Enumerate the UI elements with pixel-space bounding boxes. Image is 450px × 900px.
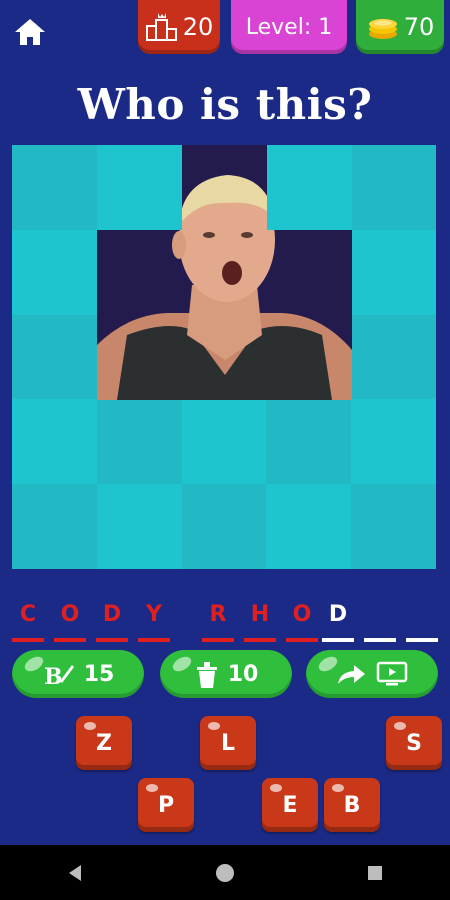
hidden-tile xyxy=(96,484,182,569)
key-letter: S xyxy=(406,730,422,756)
hidden-tile xyxy=(351,314,436,400)
home-button[interactable] xyxy=(12,14,48,50)
reveal-letter-icon: B xyxy=(44,664,74,689)
hidden-tile xyxy=(96,399,182,485)
nav-back-button[interactable] xyxy=(55,853,95,893)
share-icon xyxy=(338,665,365,684)
answer-slot[interactable]: H xyxy=(244,600,276,642)
hidden-tile xyxy=(12,484,97,569)
key-gloss xyxy=(84,722,96,730)
hidden-tile xyxy=(351,145,436,230)
podium-icon xyxy=(145,13,177,41)
nav-recents-button[interactable] xyxy=(355,853,395,893)
hint-share-video-button[interactable] xyxy=(306,650,438,698)
hidden-tile xyxy=(12,314,97,400)
hint-cost: 10 xyxy=(227,661,259,687)
key-gloss xyxy=(270,784,282,792)
question-title: Who is this? xyxy=(77,80,373,129)
key-letter: L xyxy=(220,730,236,756)
trash-icon xyxy=(196,662,217,688)
svg-text:B: B xyxy=(44,664,63,689)
system-nav-bar xyxy=(0,845,450,900)
key-letter: P xyxy=(157,792,175,818)
answer-slot[interactable]: R xyxy=(202,600,234,642)
hidden-tile xyxy=(12,145,97,230)
coins-value: 70 xyxy=(403,13,435,41)
video-icon xyxy=(376,661,408,686)
coins-badge[interactable]: 70 xyxy=(356,0,444,54)
rank-value: 20 xyxy=(182,13,214,41)
level-badge: Level: 1 xyxy=(231,0,347,54)
letter-key[interactable]: S xyxy=(386,716,442,770)
hidden-tile xyxy=(351,399,436,485)
home-circle-icon xyxy=(216,863,234,882)
answer-slot[interactable]: Y xyxy=(138,600,170,642)
answer-slot[interactable]: O xyxy=(54,600,86,642)
key-gloss xyxy=(394,722,406,730)
rank-badge[interactable]: 20 xyxy=(138,0,220,54)
nav-home-button[interactable] xyxy=(205,853,245,893)
key-gloss xyxy=(146,784,158,792)
back-triangle-icon xyxy=(69,864,81,881)
hidden-tile xyxy=(351,484,436,569)
answer-slot[interactable]: C xyxy=(12,600,44,642)
top-bar: 20 Level: 1 70 xyxy=(0,0,450,56)
hint-remove-letters-button[interactable]: 10 xyxy=(160,650,292,698)
level-label: Level: 1 xyxy=(245,14,333,40)
hint-reveal-letter-button[interactable]: B 15 xyxy=(12,650,144,698)
letter-key[interactable]: P xyxy=(138,778,194,832)
hidden-tile xyxy=(267,145,352,230)
answer-slot-empty[interactable] xyxy=(364,600,396,642)
home-icon xyxy=(15,19,45,45)
hidden-tile xyxy=(181,484,267,569)
answer-slot[interactable]: D xyxy=(322,600,354,642)
key-letter: Z xyxy=(96,730,112,756)
answer-slot[interactable]: O xyxy=(286,600,318,642)
hidden-tile xyxy=(97,145,182,230)
letter-key[interactable]: B xyxy=(324,778,380,832)
answer-slot[interactable]: D xyxy=(96,600,128,642)
hidden-tile xyxy=(12,229,97,315)
answer-slot-empty[interactable] xyxy=(406,600,438,642)
recents-square-icon xyxy=(368,865,382,880)
hidden-tile xyxy=(12,399,97,485)
hidden-tile xyxy=(266,399,352,485)
button-shine xyxy=(170,653,194,675)
key-gloss xyxy=(208,722,220,730)
hidden-tile xyxy=(266,484,352,569)
hidden-tile xyxy=(181,399,267,485)
letter-key[interactable]: E xyxy=(262,778,318,832)
key-gloss xyxy=(332,784,344,792)
coins-icon xyxy=(368,19,397,39)
key-letter: E xyxy=(282,792,298,818)
hint-cost: 15 xyxy=(83,661,115,687)
key-letter: B xyxy=(343,792,361,818)
hidden-tile xyxy=(351,229,436,315)
letter-key[interactable]: L xyxy=(200,716,256,770)
letter-key[interactable]: Z xyxy=(76,716,132,770)
